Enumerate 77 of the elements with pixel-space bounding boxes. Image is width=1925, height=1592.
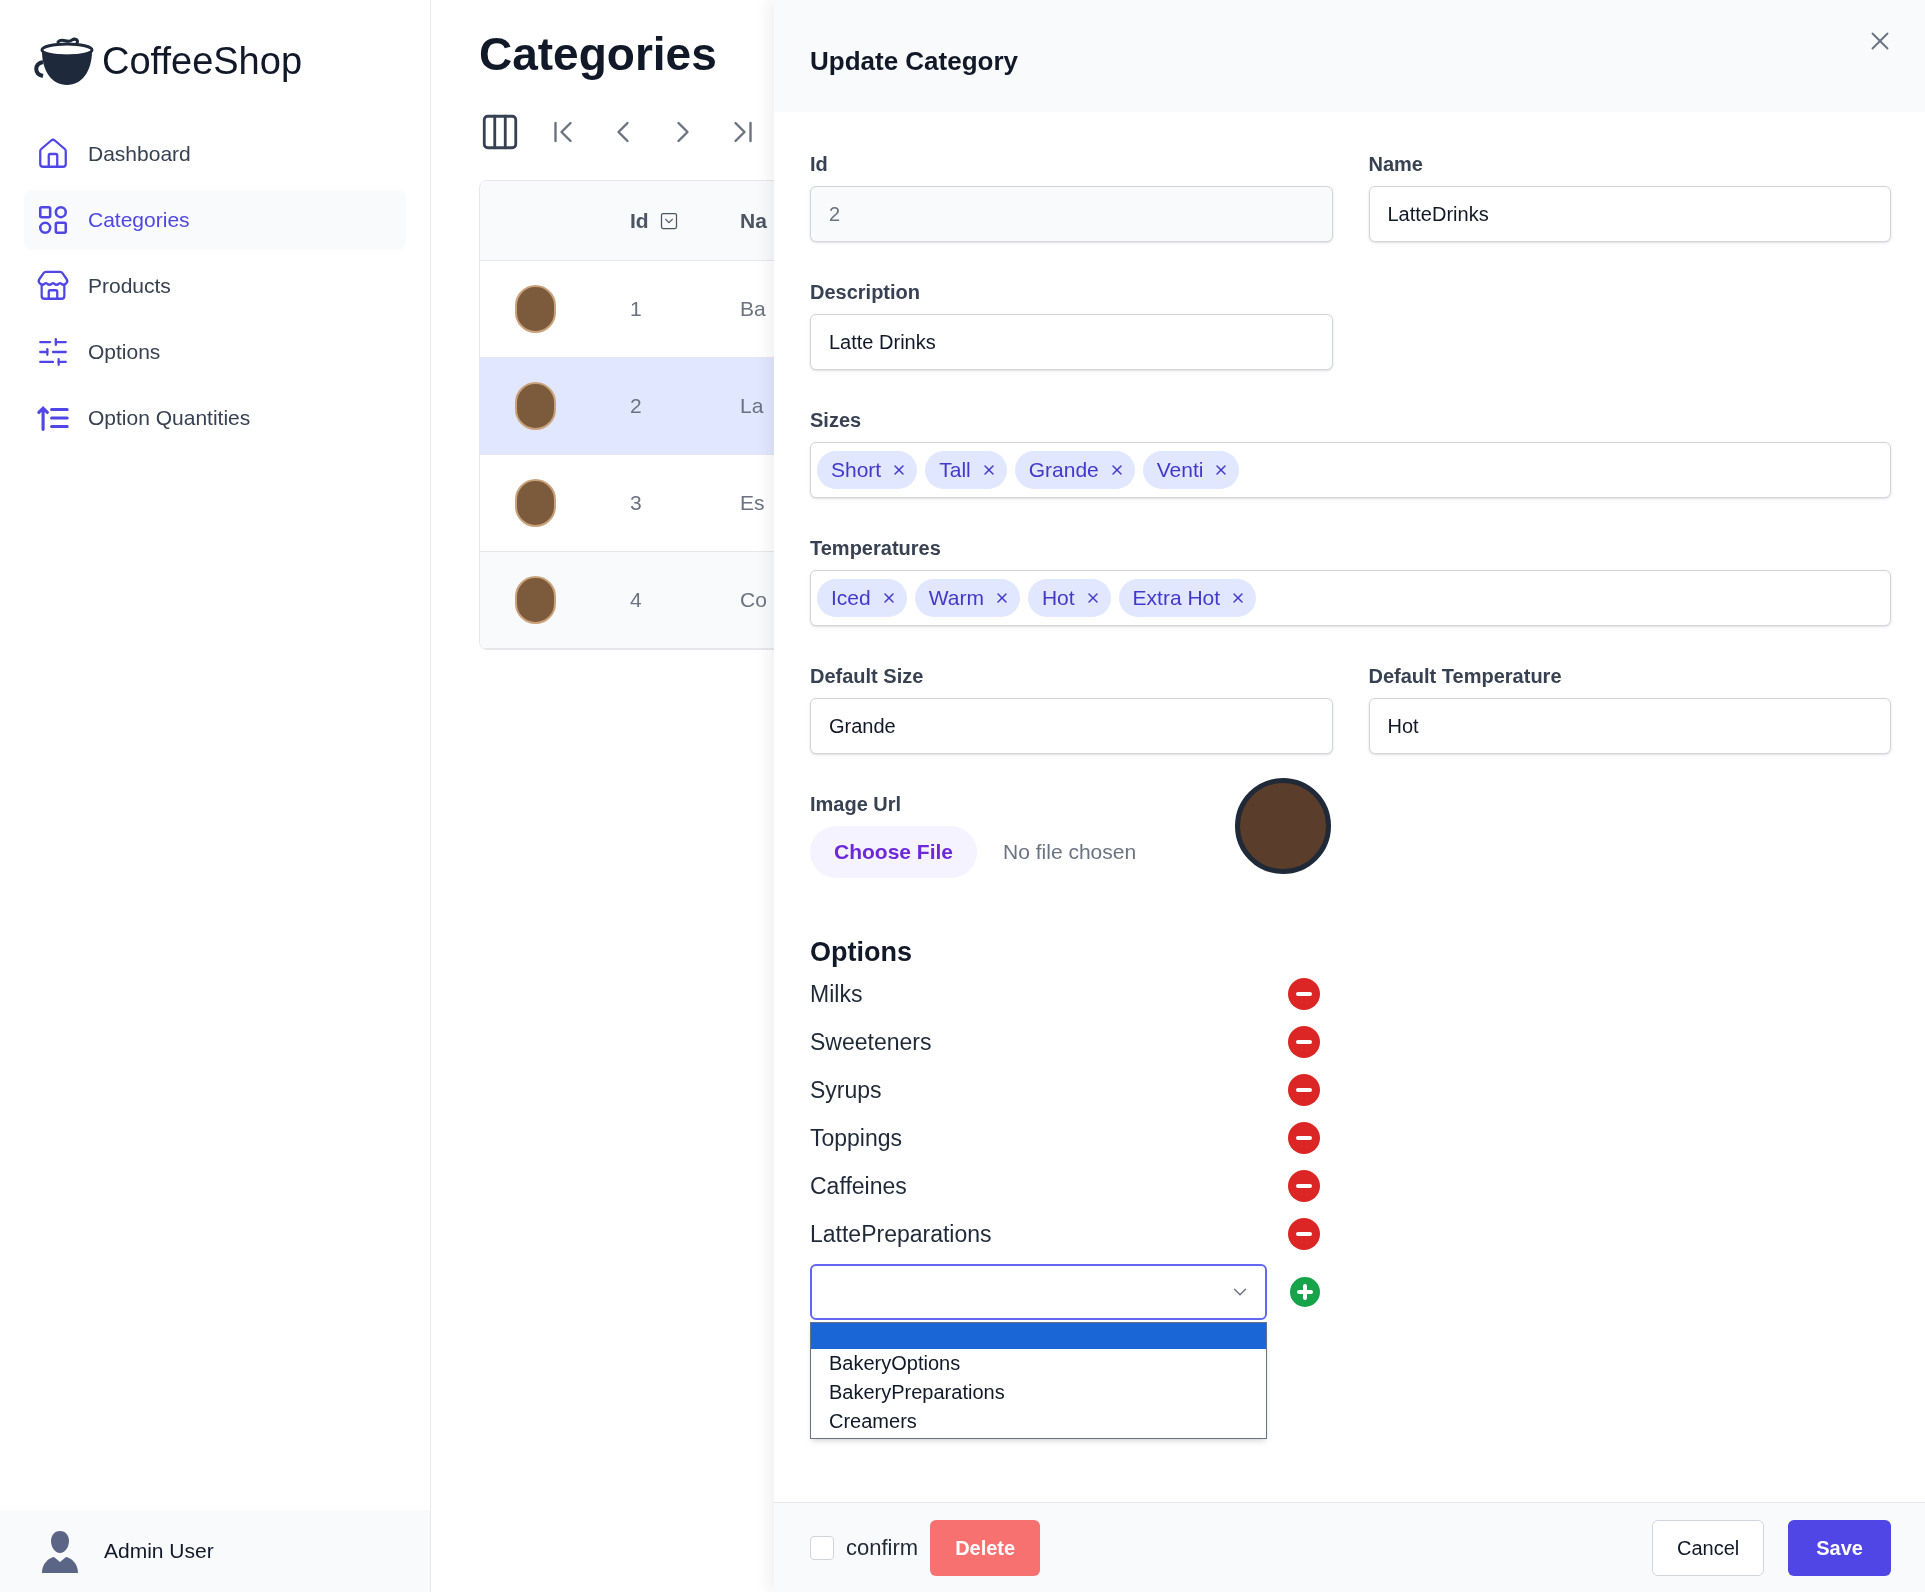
dropdown-option[interactable]: BakeryOptions [811, 1349, 1266, 1378]
table-cell-text: Es [740, 490, 765, 517]
remove-circle-icon[interactable] [1288, 1218, 1320, 1250]
remove-circle-icon[interactable] [1288, 1074, 1320, 1106]
table-cell-text: Ba [740, 296, 766, 323]
column-header[interactable]: Na [740, 204, 767, 237]
table-cell-text: 4 [630, 587, 643, 614]
option-label: Caffeines [810, 1171, 907, 1201]
tag-label: Hot [1041, 585, 1075, 612]
tag-label: Tall [939, 457, 971, 484]
nav-item[interactable]: Option Quantities [24, 388, 406, 448]
table-cell-text: 1 [630, 296, 643, 323]
photo-placeholder [515, 576, 556, 624]
photo-placeholder [515, 479, 556, 527]
tag-label: Warm [928, 585, 984, 612]
dropdown-option[interactable]: Creamers [811, 1407, 1266, 1436]
grid-icon [36, 203, 70, 237]
file-status: No file chosen [1003, 839, 1137, 866]
tag-label: Extra Hot [1132, 585, 1221, 612]
option-label: Milks [810, 979, 863, 1009]
sliders-icon [36, 335, 70, 369]
remove-circle-icon[interactable] [1288, 1170, 1320, 1202]
dropdown-option[interactable]: BakeryPreparations [811, 1378, 1266, 1407]
cancel-button[interactable]: Cancel [1652, 1519, 1765, 1576]
field-label: Description [810, 280, 922, 304]
field-label: Default Temperature [1368, 664, 1563, 688]
remove-circle-icon[interactable] [1288, 978, 1320, 1010]
confirm-label: confirm [846, 1534, 919, 1562]
text-field[interactable]: LatteDrinks [1368, 186, 1891, 242]
page-title: Categories [479, 27, 718, 82]
table-row[interactable]: 4 Co [480, 552, 774, 649]
nav-item[interactable]: Products [24, 256, 406, 316]
choose-file-button[interactable]: Choose File [810, 826, 978, 878]
field-label: Name [1368, 152, 1424, 176]
drawer-title: Update Category [810, 45, 1019, 78]
field-label: Image Url [810, 792, 903, 816]
nav-item[interactable]: Dashboard [24, 124, 406, 184]
option-select[interactable] [810, 1264, 1267, 1320]
save-button[interactable]: Save [1788, 1519, 1891, 1576]
tag-label: Short [831, 457, 882, 484]
text-field[interactable]: Latte Drinks [810, 314, 1333, 370]
option-label: Toppings [810, 1123, 903, 1153]
photo-placeholder [515, 382, 556, 430]
text-field[interactable]: Grande [810, 698, 1333, 754]
add-circle-icon[interactable] [1290, 1277, 1320, 1307]
option-label: Sweeteners [810, 1027, 932, 1057]
photo-placeholder [515, 285, 556, 333]
tag-label: Iced [831, 585, 871, 612]
nav-item[interactable]: Options [24, 322, 406, 382]
table-cell-text: La [740, 393, 764, 420]
tag-input-field[interactable]: Iced Warm Hot Extra Hot [810, 570, 1891, 626]
table-cell-text: Co [740, 587, 767, 614]
option-label: Syrups [810, 1075, 882, 1105]
nav-item[interactable]: Categories [24, 190, 406, 250]
tag-input-field[interactable]: Short Tall Grande Venti [810, 442, 1891, 498]
remove-circle-icon[interactable] [1288, 1122, 1320, 1154]
remove-circle-icon[interactable] [1288, 1026, 1320, 1058]
tag-label: Venti [1156, 457, 1204, 484]
section-heading: Options [810, 936, 913, 969]
option-label: LattePreparations [810, 1219, 992, 1249]
tag-label: Grande [1028, 457, 1099, 484]
text-field[interactable]: Hot [1368, 698, 1891, 754]
field-label: Default Size [810, 664, 925, 688]
field-label: Id [810, 152, 829, 176]
field-label: Temperatures [810, 536, 942, 560]
column-header[interactable]: Id [630, 204, 649, 237]
field-label: Sizes [810, 408, 863, 432]
user-panel[interactable]: Admin User [0, 1510, 430, 1592]
table-cell-text: 2 [630, 393, 643, 420]
table-cell-text: 3 [630, 490, 643, 517]
user-name: Admin User [104, 1538, 214, 1565]
sort-icon[interactable] [658, 210, 679, 231]
table-row[interactable]: 2 La [480, 358, 774, 455]
brand-name: CoffeeShop [102, 38, 303, 84]
confirm-checkbox[interactable] [810, 1535, 834, 1560]
home-icon [36, 137, 70, 171]
store-icon [36, 269, 70, 303]
